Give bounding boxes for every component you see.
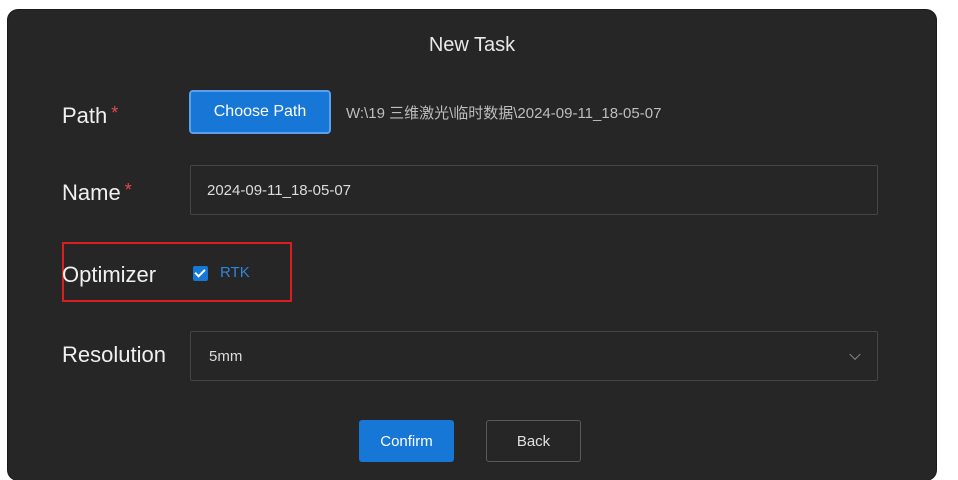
path-label-text: Path [62, 103, 108, 128]
resolution-select[interactable]: 5mm [190, 331, 878, 381]
resolution-selected-value: 5mm [209, 347, 243, 365]
name-label-text: Name [62, 180, 121, 205]
path-label: Path * [62, 103, 118, 129]
optimizer-label: Optimizer [62, 262, 157, 287]
chevron-down-icon [849, 348, 861, 361]
back-button[interactable]: Back [486, 420, 581, 462]
rtk-checkbox-label[interactable]: RTK [220, 264, 250, 281]
required-asterisk: * [111, 103, 119, 123]
new-task-dialog: New Task Path * Choose Path W:\19 三维激光\临时… [8, 10, 936, 480]
name-input[interactable]: 2024-09-11_18-05-07 [190, 165, 878, 215]
resolution-label: Resolution [62, 342, 166, 367]
name-label: Name * [62, 180, 132, 206]
required-asterisk: * [124, 180, 132, 200]
path-value: W:\19 三维激光\临时数据\2024-09-11_18-05-07 [346, 105, 662, 122]
rtk-checkbox[interactable] [193, 266, 208, 281]
confirm-button[interactable]: Confirm [359, 420, 454, 462]
choose-path-button[interactable]: Choose Path [189, 90, 331, 134]
dialog-title: New Task [428, 34, 516, 56]
